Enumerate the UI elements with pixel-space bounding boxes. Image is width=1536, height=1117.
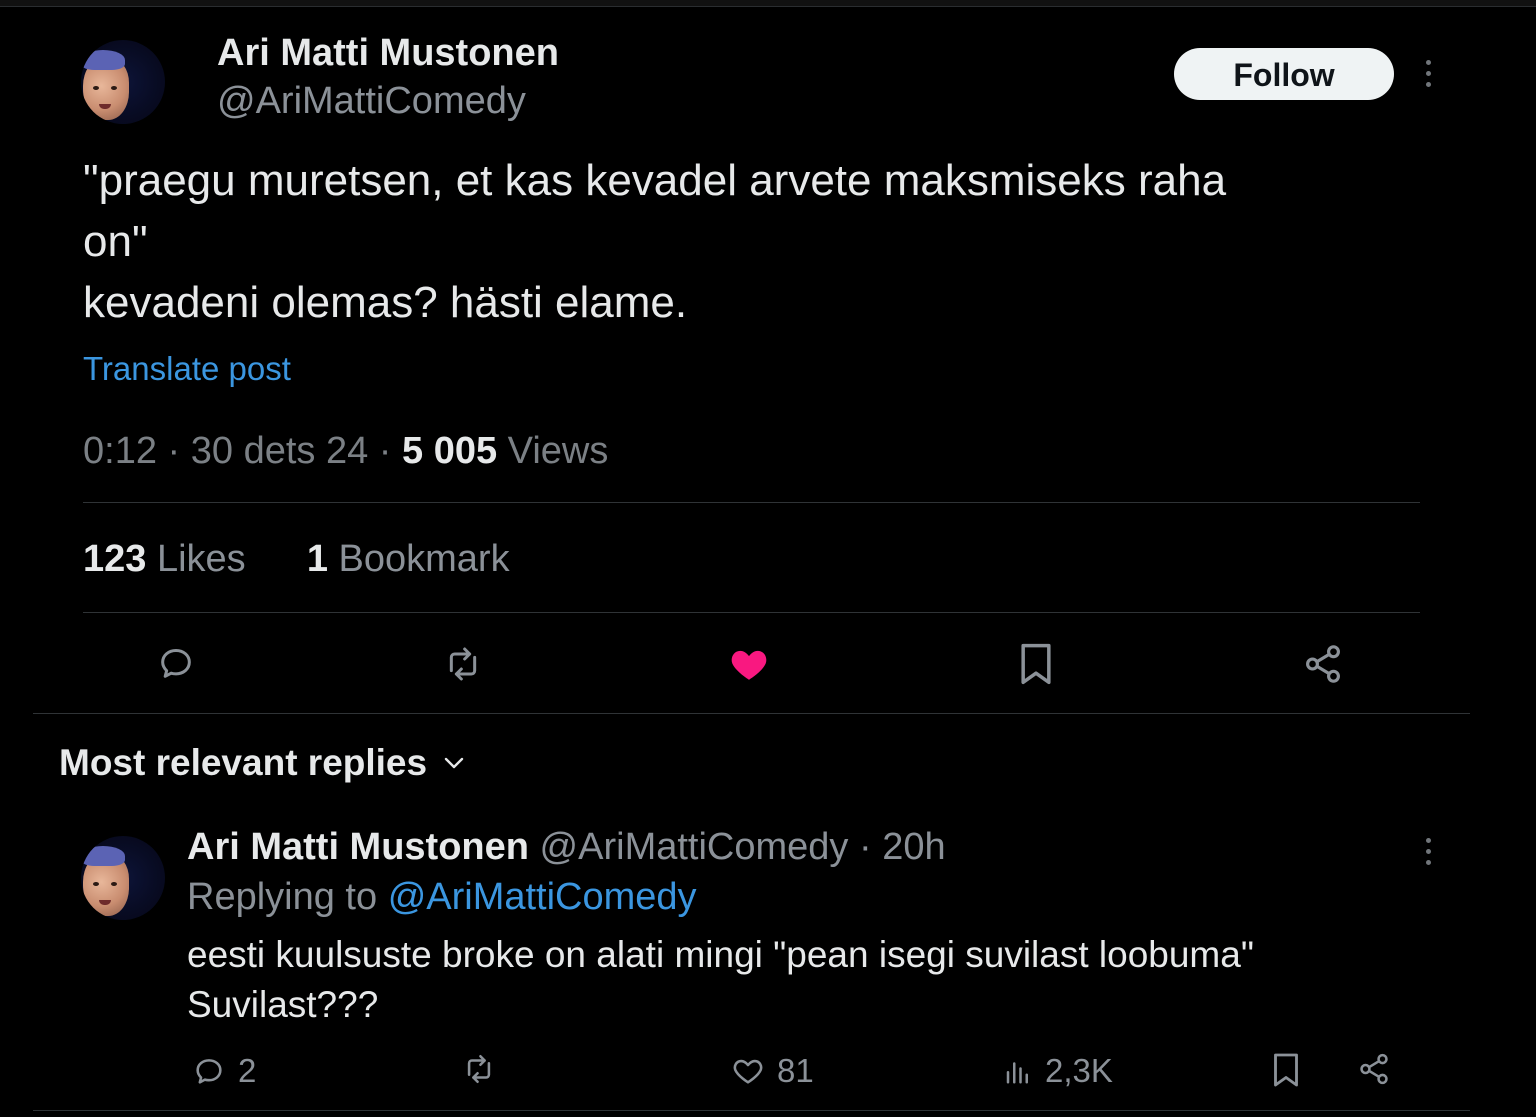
more-options-icon[interactable]	[1424, 60, 1432, 87]
reply-repost-button[interactable]	[460, 1052, 498, 1086]
divider	[83, 612, 1420, 613]
reply-bookmark-button[interactable]	[1271, 1052, 1301, 1088]
author-handle[interactable]: @AriMattiComedy	[217, 80, 526, 123]
reply-author-avatar[interactable]	[81, 836, 165, 920]
section-divider	[33, 713, 1470, 714]
avatar-eye	[93, 882, 99, 886]
reply-author-handle[interactable]: @AriMattiComedy	[540, 826, 849, 868]
reply-icon	[196, 1059, 222, 1084]
top-border	[0, 0, 1536, 7]
share-icon	[1306, 645, 1340, 683]
views-count: 5 005	[402, 430, 498, 472]
bookmarks-label: Bookmark	[338, 538, 510, 580]
reply-more-options-icon[interactable]	[1424, 838, 1432, 865]
bookmark-icon	[1021, 643, 1051, 685]
reply-like-button[interactable]: 81	[731, 1052, 814, 1090]
divider	[33, 1110, 1470, 1111]
post-text: "praegu muretsen, et kas kevadel arvete …	[83, 150, 1423, 333]
bookmark-button[interactable]	[1017, 642, 1055, 686]
author-avatar[interactable]	[81, 40, 165, 124]
reply-age[interactable]: 20h	[882, 826, 945, 868]
repost-icon	[449, 647, 477, 681]
reply-text-line: eesti kuulsuste broke on alati mingi "pe…	[187, 934, 1254, 975]
separator-dot: ·	[167, 430, 191, 472]
post-text-line: "praegu muretsen, et kas kevadel arvete …	[83, 156, 1227, 205]
bookmarks-stat[interactable]: 1 Bookmark	[307, 538, 510, 580]
bookmark-icon	[1274, 1053, 1298, 1087]
replies-heading: Most relevant replies	[59, 742, 428, 783]
reply-reply-button[interactable]: 2	[192, 1052, 256, 1090]
author-name[interactable]: Ari Matti Mustonen	[217, 32, 559, 75]
avatar-eye	[111, 86, 117, 90]
share-icon	[1360, 1053, 1388, 1085]
heart-icon	[733, 1059, 763, 1084]
repost-button[interactable]	[440, 644, 486, 684]
reply-icon	[161, 649, 191, 678]
views-label: Views	[507, 430, 609, 472]
reply-view-count: 2,3K	[1045, 1052, 1113, 1089]
replying-to: Replying to @AriMattiComedy	[187, 876, 697, 919]
share-button[interactable]	[1302, 643, 1344, 685]
likes-label: Likes	[156, 538, 246, 580]
avatar-hair	[81, 50, 125, 70]
bookmarks-count: 1	[306, 538, 328, 580]
repost-icon	[467, 1054, 491, 1084]
separator-dot: ·	[378, 430, 403, 472]
avatar-eye	[93, 86, 99, 90]
separator-dot: ·	[848, 826, 883, 868]
post-text-line: on"	[83, 217, 148, 266]
engagement-stats: 123 Likes 1 Bookmark	[83, 538, 510, 581]
reply-views-button[interactable]: 2,3K	[1003, 1052, 1113, 1090]
avatar-hair	[81, 846, 125, 866]
post-metadata: 0:12 · 30 dets 24 · 5 005 Views	[83, 430, 608, 473]
replying-to-label: Replying to	[187, 876, 378, 918]
reply-count: 2	[238, 1052, 257, 1089]
reply-author-name[interactable]: Ari Matti Mustonen	[187, 826, 529, 868]
divider	[83, 502, 1420, 503]
chevron-down-icon	[444, 757, 464, 769]
post-text-line: kevadeni olemas? hästi elame.	[83, 278, 688, 327]
translate-post-link[interactable]: Translate post	[83, 350, 291, 388]
analytics-icon	[1006, 1062, 1028, 1084]
post-time[interactable]: 0:12	[83, 430, 157, 472]
avatar-eye	[111, 882, 117, 886]
reply-text: eesti kuulsuste broke on alati mingi "pe…	[187, 930, 1407, 1030]
reply-button[interactable]	[155, 643, 197, 683]
reply-like-count: 81	[777, 1052, 814, 1089]
likes-count: 123	[83, 538, 147, 580]
heart-filled-icon	[731, 650, 767, 680]
replying-to-handle[interactable]: @AriMattiComedy	[388, 876, 697, 918]
follow-button[interactable]: Follow	[1174, 48, 1394, 100]
likes-stat[interactable]: 123 Likes	[83, 538, 246, 580]
reply-header: Ari Matti Mustonen @AriMattiComedy · 20h	[187, 826, 946, 869]
reply-share-button[interactable]	[1357, 1052, 1391, 1086]
like-button[interactable]	[727, 643, 771, 685]
reply-text-line: Suvilast???	[187, 984, 379, 1025]
post-date[interactable]: 30 dets 24	[191, 430, 368, 472]
replies-sort-dropdown[interactable]: Most relevant replies	[59, 742, 465, 784]
